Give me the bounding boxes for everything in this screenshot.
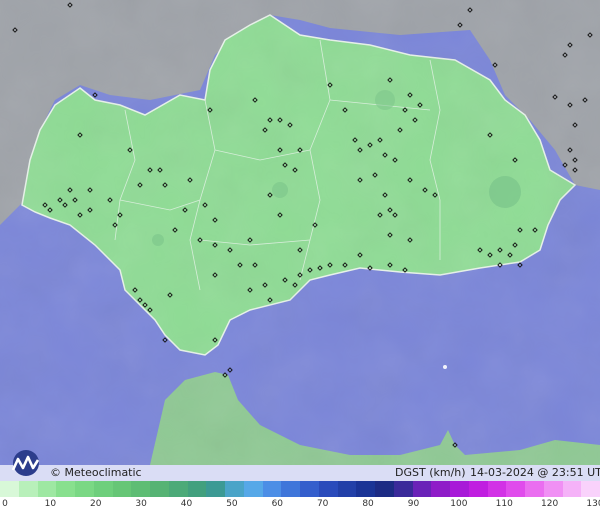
scale-swatch — [450, 481, 469, 497]
map-stage: © Meteoclimatic DGST (km/h) 14-03-2024 @… — [0, 0, 600, 517]
scale-tick-label: 30 — [135, 499, 147, 509]
gust-cell — [152, 234, 164, 246]
scale-swatch — [356, 481, 375, 497]
scale-tick-label: 110 — [495, 499, 513, 509]
scale-swatch — [300, 481, 319, 497]
scale-tick-label: 90 — [407, 499, 420, 509]
gust-cell — [489, 176, 521, 208]
scale-swatch — [581, 481, 600, 497]
scale-swatch — [393, 481, 413, 497]
meteoclimatic-logo-icon — [11, 450, 40, 476]
scale-swatch — [431, 481, 450, 497]
scale-swatch — [0, 481, 19, 497]
scale-swatch — [562, 481, 582, 497]
scale-tick-label: 130 — [586, 499, 600, 509]
gust-cell — [272, 182, 288, 198]
scale-tick-label: 70 — [316, 499, 329, 509]
scale-swatch — [150, 481, 169, 497]
copyright-text: © Meteoclimatic — [50, 466, 142, 479]
scale-swatch — [206, 481, 225, 497]
scale-ticks: 0 10 20 30 40 50 60 70 80 90 100 110 120 130 — [0, 497, 600, 517]
scale-swatch — [56, 481, 75, 497]
scale-tick-label: 40 — [180, 499, 193, 509]
scale-tick-label: 120 — [541, 499, 559, 509]
scale-swatch — [75, 481, 94, 497]
scale-swatch — [131, 481, 150, 497]
scale-swatch — [412, 481, 432, 497]
scale-swatch — [187, 481, 207, 497]
scale-tick-label: 10 — [44, 499, 57, 509]
gust-cell — [375, 90, 395, 110]
scale-tick-label: 100 — [450, 499, 468, 509]
wind-gust-map — [0, 0, 600, 465]
scale-swatch — [318, 481, 338, 497]
scale-tick-label: 0 — [2, 499, 8, 509]
scale-swatch — [225, 481, 244, 497]
scale-swatch — [487, 481, 507, 497]
scale-swatch — [112, 481, 132, 497]
scale-swatch — [543, 481, 563, 497]
scale-swatch — [93, 481, 113, 497]
info-bar: © Meteoclimatic DGST (km/h) 14-03-2024 @… — [0, 465, 600, 481]
scale-swatch — [281, 481, 300, 497]
scale-swatch — [262, 481, 282, 497]
scale-tick-label: 60 — [271, 499, 284, 509]
color-scale — [0, 481, 600, 497]
texture-overlay — [0, 0, 600, 465]
scale-swatch — [37, 481, 57, 497]
scale-tick-label: 20 — [90, 499, 102, 509]
scale-swatch — [506, 481, 525, 497]
scale-swatch — [337, 481, 357, 497]
scale-swatch — [18, 481, 38, 497]
scale-tick-label: 80 — [362, 499, 374, 509]
timestamp-label: 14-03-2024 @ 23:51 UTC — [470, 466, 600, 479]
scale-swatch — [468, 481, 488, 497]
variable-label: DGST (km/h) — [395, 466, 466, 479]
scale-tick-label: 50 — [226, 499, 238, 509]
scale-swatch — [243, 481, 263, 497]
scale-swatch — [375, 481, 394, 497]
scale-swatch — [525, 481, 544, 497]
scale-swatch — [168, 481, 188, 497]
gust-cell — [443, 365, 447, 369]
